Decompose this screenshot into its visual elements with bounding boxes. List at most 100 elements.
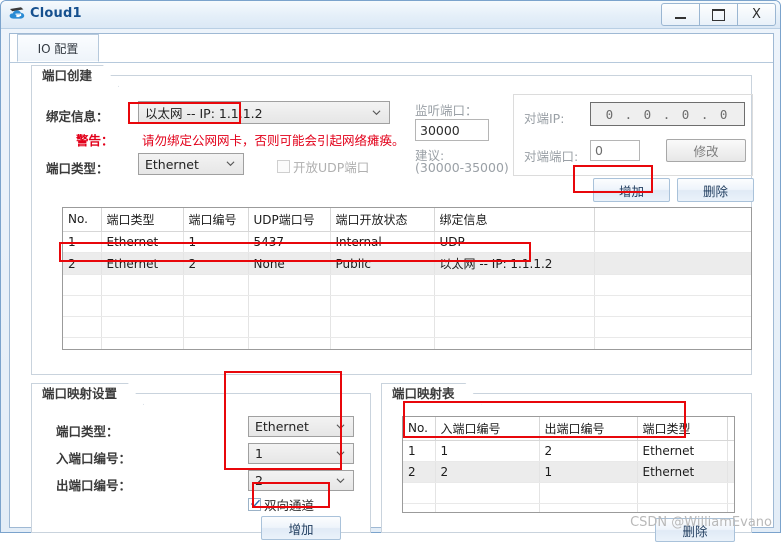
cell-empty <box>330 316 435 338</box>
cell-empty <box>183 316 249 338</box>
out-port-select[interactable]: 2 <box>248 470 354 491</box>
cell-empty <box>330 337 435 349</box>
table-row[interactable]: 1 Ethernet 1 5437 Internal UDP <box>63 231 751 253</box>
table-row-empty[interactable] <box>63 316 751 338</box>
cell-empty <box>594 295 751 317</box>
cell-num: 1 <box>183 231 249 253</box>
cell-binding: 以太网 -- IP: 1.1.1.2 <box>434 252 595 275</box>
cell-empty <box>434 295 595 317</box>
peer-ip-input[interactable]: 0 . 0 . 0 . 0 <box>590 102 745 126</box>
cell-empty <box>101 295 184 317</box>
peer-port-input[interactable]: 0 <box>590 140 640 161</box>
modify-button[interactable]: 修改 <box>666 139 746 162</box>
cell-binding: UDP <box>434 231 595 253</box>
open-udp-port-checkbox[interactable]: 开放UDP端口 <box>277 157 369 176</box>
delete-port-button[interactable]: 删除 <box>677 178 754 202</box>
table-row-empty[interactable] <box>403 503 734 512</box>
cell-state: Public <box>330 252 435 275</box>
cell-num: 2 <box>183 252 249 275</box>
cell-empty <box>435 482 540 504</box>
port-table-grid: No. 端口类型 端口编号 UDP端口号 端口开放状态 绑定信息 1 Ether… <box>63 208 751 349</box>
in-port-label: 入端口编号： <box>56 451 132 466</box>
cell-empty <box>248 316 331 338</box>
bidirectional-checkbox[interactable]: 双向通道 <box>248 495 314 514</box>
in-port-value: 1 <box>255 446 263 461</box>
peer-ip-value: 0 . 0 . 0 . 0 <box>605 106 730 122</box>
cell-type: Ethernet <box>101 252 184 275</box>
tab-page-io-config: 端口创建 绑定信息： 以太网 -- IP: 1.1.1.2 警告： 请勿绑定公网… <box>17 63 766 542</box>
table-row[interactable]: 2 2 1 Ethernet <box>403 461 734 483</box>
port-type-select[interactable]: Ethernet <box>138 153 244 175</box>
cell-out: 1 <box>539 461 638 483</box>
col-header-num: 端口编号 <box>183 208 249 232</box>
cell-type: Ethernet <box>101 231 184 253</box>
cell-empty <box>594 316 751 338</box>
bidirectional-label: 双向通道 <box>264 498 315 513</box>
cell-empty <box>403 482 436 504</box>
checkbox-box <box>248 498 261 511</box>
table-row-empty[interactable] <box>63 337 751 349</box>
peer-port-value: 0 <box>595 143 603 158</box>
cell-empty <box>434 274 595 296</box>
tab-strip: IO 配置 <box>10 34 773 63</box>
cell-no: 2 <box>403 461 436 483</box>
port-type-label: 端口类型： <box>46 161 109 176</box>
listen-port-input[interactable]: 30000 <box>415 119 489 141</box>
col-header-pad <box>727 417 734 441</box>
cell-udp: None <box>248 252 331 275</box>
cell-empty <box>183 337 249 349</box>
mapping-table-grid: No. 入端口编号 出端口编号 端口类型 1 1 2 Ethernet 2 2 … <box>403 417 734 512</box>
cell-empty <box>594 274 751 296</box>
cell-pad <box>727 440 734 462</box>
in-port-select[interactable]: 1 <box>248 443 354 464</box>
chevron-down-icon <box>226 161 235 167</box>
group-mapping-settings-title: 端口映射设置 <box>31 383 144 405</box>
col-header-pad <box>594 208 751 232</box>
cell-empty <box>403 503 436 512</box>
tab-io-config[interactable]: IO 配置 <box>17 34 99 62</box>
cell-empty <box>63 295 102 317</box>
mapping-table[interactable]: No. 入端口编号 出端口编号 端口类型 1 1 2 Ethernet 2 2 … <box>402 416 735 513</box>
cell-empty <box>248 337 331 349</box>
client-area: IO 配置 端口创建 绑定信息： 以太网 -- IP: 1.1.1.2 警告： … <box>9 33 774 542</box>
cell-empty <box>101 274 184 296</box>
maximize-button[interactable] <box>699 3 738 26</box>
table-row-empty[interactable] <box>63 295 751 317</box>
table-row[interactable]: 1 1 2 Ethernet <box>403 440 734 462</box>
cell-out: 2 <box>539 440 638 462</box>
table-header-row: No. 入端口编号 出端口编号 端口类型 <box>403 417 734 441</box>
warning-text: 请勿绑定公网网卡，否则可能会引起网络瘫痪。 <box>142 133 405 148</box>
cell-empty <box>594 337 751 349</box>
col-header-out-port: 出端口编号 <box>539 417 638 441</box>
table-row-empty[interactable] <box>63 274 751 296</box>
table-row-empty[interactable] <box>403 482 734 504</box>
close-button[interactable]: X <box>737 3 776 26</box>
chevron-down-icon <box>372 109 381 115</box>
cell-empty <box>434 316 595 338</box>
port-table[interactable]: No. 端口类型 端口编号 UDP端口号 端口开放状态 绑定信息 1 Ether… <box>62 207 752 350</box>
col-header-binding: 绑定信息 <box>434 208 595 232</box>
port-type-value: Ethernet <box>145 156 199 172</box>
suggest-label-line2: (30000-35000) <box>415 160 509 175</box>
watermark: CSDN @WilliamEvano <box>630 515 772 530</box>
window-controls: X <box>661 3 776 26</box>
title-bar: Cloud1 X <box>1 1 780 29</box>
cell-empty <box>63 316 102 338</box>
col-header-udp: UDP端口号 <box>248 208 331 232</box>
cell-empty <box>727 482 734 504</box>
cell-empty <box>101 316 184 338</box>
add-port-button[interactable]: 增加 <box>593 178 670 202</box>
cell-no: 2 <box>63 252 102 275</box>
minimize-button[interactable] <box>661 3 700 26</box>
application-window: Cloud1 X IO 配置 端口创建 绑定信息： 以太网 -- IP: 1.1… <box>0 0 781 542</box>
cell-pad <box>594 252 751 275</box>
open-udp-port-label: 开放UDP端口 <box>293 160 370 175</box>
mapping-port-type-select[interactable]: Ethernet <box>248 416 354 437</box>
table-row[interactable]: 2 Ethernet 2 None Public 以太网 -- IP: 1.1.… <box>63 252 751 275</box>
cell-empty <box>434 337 595 349</box>
col-header-type: 端口类型 <box>637 417 728 441</box>
checkbox-box <box>277 160 290 173</box>
mapping-add-button[interactable]: 增加 <box>261 516 341 540</box>
cell-empty <box>248 295 331 317</box>
binding-info-select[interactable]: 以太网 -- IP: 1.1.1.2 <box>138 101 390 124</box>
